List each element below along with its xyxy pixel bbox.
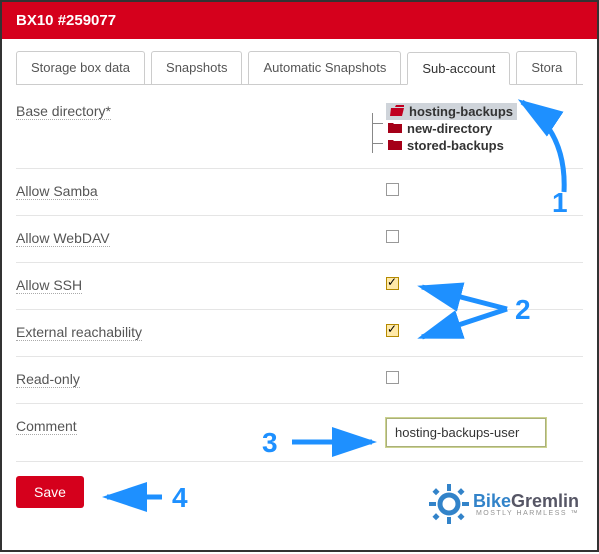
row-save: Save bbox=[16, 462, 583, 522]
save-button-label: Save bbox=[34, 484, 66, 500]
folder-open-icon bbox=[390, 105, 404, 119]
tree-node-label: hosting-backups bbox=[409, 104, 513, 119]
tree-node-stored-backups[interactable]: stored-backups bbox=[384, 137, 508, 154]
comment-label: Comment bbox=[16, 418, 77, 435]
read-only-label: Read-only bbox=[16, 371, 80, 388]
tab-extra[interactable]: Stora bbox=[516, 51, 577, 84]
comment-input[interactable] bbox=[386, 418, 546, 447]
tab-auto-snapshots[interactable]: Automatic Snapshots bbox=[248, 51, 401, 84]
tree-node-new-directory[interactable]: new-directory bbox=[384, 120, 496, 137]
tab-storage-box-data[interactable]: Storage box data bbox=[16, 51, 145, 84]
tab-label: Sub-account bbox=[422, 61, 495, 76]
window-title: BX10 #259077 bbox=[16, 12, 116, 29]
folder-icon bbox=[388, 122, 402, 136]
window-title-bar: BX10 #259077 bbox=[2, 2, 597, 39]
tab-label: Stora bbox=[531, 60, 562, 75]
allow-ssh-checkbox[interactable] bbox=[386, 277, 399, 290]
folder-icon bbox=[388, 139, 402, 153]
tab-sub-account[interactable]: Sub-account bbox=[407, 52, 510, 85]
allow-samba-checkbox[interactable] bbox=[386, 183, 399, 196]
tree-node-label: new-directory bbox=[407, 121, 492, 136]
directory-tree: hosting-backups new-directory stored-bac… bbox=[386, 103, 583, 154]
row-external-reachability: External reachability bbox=[16, 310, 583, 357]
ext-reach-label: External reachability bbox=[16, 324, 142, 341]
allow-webdav-checkbox[interactable] bbox=[386, 230, 399, 243]
tree-node-label: stored-backups bbox=[407, 138, 504, 153]
tab-label: Automatic Snapshots bbox=[263, 60, 386, 75]
row-base-directory: Base directory* hosting-backups new-dire… bbox=[16, 85, 583, 169]
tab-strip: Storage box data Snapshots Automatic Sna… bbox=[2, 39, 597, 84]
tab-label: Storage box data bbox=[31, 60, 130, 75]
row-comment: Comment bbox=[16, 404, 583, 462]
allow-samba-label: Allow Samba bbox=[16, 183, 98, 200]
row-allow-webdav: Allow WebDAV bbox=[16, 216, 583, 263]
base-directory-label: Base directory* bbox=[16, 103, 111, 120]
row-allow-samba: Allow Samba bbox=[16, 169, 583, 216]
save-button[interactable]: Save bbox=[16, 476, 84, 508]
tab-label: Snapshots bbox=[166, 60, 227, 75]
row-allow-ssh: Allow SSH bbox=[16, 263, 583, 310]
tree-connector bbox=[372, 113, 373, 153]
row-read-only: Read-only bbox=[16, 357, 583, 404]
tab-snapshots[interactable]: Snapshots bbox=[151, 51, 242, 84]
tree-node-hosting-backups[interactable]: hosting-backups bbox=[386, 103, 517, 120]
ext-reach-checkbox[interactable] bbox=[386, 324, 399, 337]
read-only-checkbox[interactable] bbox=[386, 371, 399, 384]
allow-webdav-label: Allow WebDAV bbox=[16, 230, 110, 247]
allow-ssh-label: Allow SSH bbox=[16, 277, 82, 294]
form-panel: Base directory* hosting-backups new-dire… bbox=[2, 85, 597, 536]
